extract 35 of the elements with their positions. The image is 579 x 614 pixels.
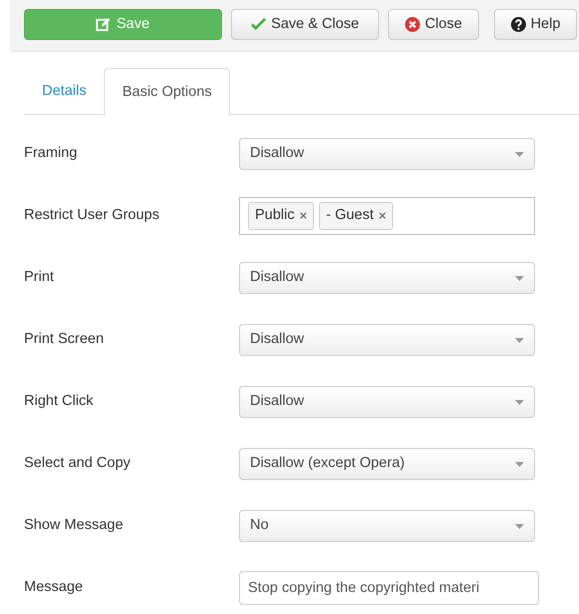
- tag-input-field[interactable]: Public × - Guest ×: [239, 197, 535, 235]
- field-label: Show Message: [24, 516, 124, 536]
- help-icon: [510, 17, 526, 32]
- help-button[interactable]: Help: [494, 9, 577, 40]
- save-close-button[interactable]: Save & Close: [231, 9, 379, 40]
- caret-icon: [515, 338, 524, 342]
- close-icon: [404, 17, 420, 32]
- text-input-field[interactable]: Stop copying the copyrighted materi: [239, 571, 539, 605]
- remove-tag-button[interactable]: ×: [378, 206, 386, 226]
- select-dropdown[interactable]: Disallow: [239, 262, 535, 294]
- tab[interactable]: Basic Options: [104, 68, 230, 116]
- select-dropdown[interactable]: Disallow: [239, 386, 535, 418]
- select-dropdown[interactable]: No: [239, 510, 535, 542]
- field-label: Right Click: [24, 392, 94, 412]
- field-label: Select and Copy: [24, 454, 132, 474]
- tab[interactable]: Details: [24, 68, 104, 115]
- checkmark-icon: [251, 18, 266, 31]
- field-label: Framing: [24, 144, 78, 164]
- caret-icon: [515, 400, 524, 404]
- select-dropdown[interactable]: Disallow: [239, 138, 535, 170]
- field-label: Print Screen: [24, 330, 105, 350]
- tag-chip: Public ×: [248, 202, 314, 230]
- edit-icon: [96, 17, 112, 32]
- remove-tag-button[interactable]: ×: [300, 206, 308, 226]
- close-button[interactable]: Close: [388, 9, 479, 40]
- field-label: Message: [24, 578, 84, 598]
- tag-chip: - Guest ×: [319, 202, 394, 230]
- field-label: Restrict User Groups: [24, 206, 160, 226]
- caret-icon: [515, 152, 524, 156]
- field-label: Print: [24, 268, 55, 288]
- select-dropdown[interactable]: Disallow (except Opera): [239, 448, 535, 480]
- caret-icon: [515, 524, 524, 528]
- select-dropdown[interactable]: Disallow: [239, 324, 535, 356]
- caret-icon: [515, 462, 524, 466]
- caret-icon: [515, 276, 524, 280]
